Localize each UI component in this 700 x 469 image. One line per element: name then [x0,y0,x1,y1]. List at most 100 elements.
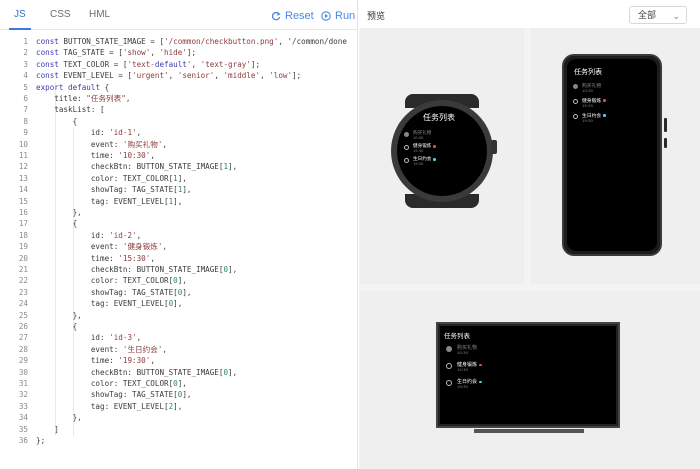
line-number: 10 [18,139,28,149]
code-line: 19 event: '健身锻炼', [0,241,358,252]
line-number: 19 [18,242,28,252]
line-number: 8 [23,116,28,126]
phone-preview-panel: 任务列表 购买礼物 10:30 健身锻炼 15:30 生日约会 19:30 [530,28,700,284]
code-text: showTag: TAG_STATE[0], [36,390,192,400]
code-text: event: '购买礼物', [36,139,167,149]
code-text: ] [36,424,59,434]
reset-button[interactable]: Reset [271,8,314,24]
radio-icon[interactable] [446,363,452,369]
line-number: 33 [18,401,28,411]
code-area[interactable]: 1 const BUTTON_STATE_IMAGE = ['/common/ch… [0,36,358,456]
phone-side-button [664,118,667,132]
radio-icon[interactable] [404,145,409,150]
code-line: 5 export default { [0,82,358,93]
radio-icon[interactable] [573,114,578,119]
line-number: 3 [23,59,28,69]
device-select[interactable]: 全部 ⌄ [629,6,687,24]
task-list-title: 任务列表 [444,332,470,340]
phone-device: 任务列表 购买礼物 10:30 健身锻炼 15:30 生日约会 19:30 [562,54,662,256]
task-list-title: 任务列表 [574,68,602,76]
line-number: 16 [18,208,28,217]
code-text: { [36,116,78,126]
code-line: 36}; [0,435,358,446]
code-text: tag: EVENT_LEVEL[2], [36,401,183,411]
line-number: 32 [18,390,28,400]
checked-radio-icon[interactable] [404,132,409,137]
line-number: 27 [18,333,28,343]
radio-icon[interactable] [573,99,578,104]
line-number: 9 [23,128,28,138]
code-line: 1 const BUTTON_STATE_IMAGE = ['/common/ch… [0,36,358,47]
code-text: event: '健身锻炼', [36,242,167,252]
code-line: 21 checkBtn: BUTTON_STATE_IMAGE[0], [0,264,358,275]
line-number: 13 [18,173,28,183]
code-text: }; [36,436,46,445]
code-text: const TEXT_COLOR = ['text-default', 'tex… [36,59,261,69]
line-number: 30 [18,367,28,377]
code-line: 12 checkBtn: BUTTON_STATE_IMAGE[1], [0,161,358,172]
level-tag-dot [603,114,606,117]
code-text: taskList: [ [36,105,105,115]
code-line: 9 id: 'id-1', [0,127,358,138]
tv-device: 任务列表 购买礼物 10:30 健身锻炼 15:30 生日约会 19:30 [436,322,620,428]
radio-icon[interactable] [446,380,452,386]
preview-title: 预览 [367,11,386,21]
code-line: 34 }, [0,412,358,423]
checked-radio-icon[interactable] [573,84,578,89]
task-time: 15:30 [413,148,424,153]
line-number: 2 [23,48,28,58]
line-number: 18 [18,230,28,240]
code-text: }, [36,208,82,217]
code-text: const TAG_STATE = ['show', 'hide']; [36,48,197,58]
line-number: 4 [23,71,28,81]
code-text: time: '19:30', [36,356,155,366]
code-text: checkBtn: BUTTON_STATE_IMAGE[0], [36,265,238,274]
level-tag-dot [433,158,436,161]
reset-label: Reset [285,10,314,22]
radio-icon[interactable] [404,158,409,163]
line-number: 26 [18,322,28,331]
line-number: 17 [18,219,28,229]
code-text: id: 'id-1', [36,128,142,138]
line-number: 34 [18,413,28,423]
code-line: 29 time: '19:30', [0,355,358,366]
tab-js[interactable]: JS [9,0,31,30]
level-tag-dot [479,363,482,367]
code-line: 16 }, [0,207,358,218]
task-time: 10:30 [413,135,424,140]
code-line: 8 { [0,116,358,127]
code-line: 7 taskList: [ [0,104,358,115]
tab-css[interactable]: CSS [50,0,71,30]
code-text: showTag: TAG_STATE[0], [36,287,192,297]
code-text: checkBtn: BUTTON_STATE_IMAGE[1], [36,162,238,172]
preview-pane: 预览 全部 ⌄ 任务列表 购买礼物 10:30 健身锻炼 15:30 生日约会 19:30 … [359,0,700,469]
code-line: 15 tag: EVENT_LEVEL[1], [0,196,358,207]
tab-hml[interactable]: HML [89,0,110,30]
checked-radio-icon[interactable] [446,346,452,352]
code-line: 30 checkBtn: BUTTON_STATE_IMAGE[0], [0,367,358,378]
line-number: 25 [18,310,28,320]
code-text: color: TEXT_COLOR[1], [36,173,187,183]
line-number: 29 [18,356,28,366]
phone-side-button [664,138,667,148]
code-line: 25 }, [0,310,358,321]
line-number: 11 [18,151,28,160]
code-line: 23 showTag: TAG_STATE[0], [0,287,358,298]
code-editor-pane: JS CSS HML Reset Run 1 const BUTTON_STATE… [0,0,358,469]
line-number: 14 [18,185,28,195]
code-text: }, [36,310,82,320]
level-tag-dot [603,99,606,102]
line-number: 7 [23,105,28,115]
watch-crown [491,140,497,154]
device-select-value: 全部 [638,10,657,20]
level-tag-dot [433,145,436,148]
task-time: 19:30 [413,161,424,166]
task-time: 10:30 [457,350,468,355]
run-button[interactable]: Run [321,8,355,24]
preview-header: 预览 全部 ⌄ [359,0,700,28]
code-line: 10 event: '购买礼物', [0,139,358,150]
code-line: 35 ] [0,424,358,435]
line-number: 6 [23,94,28,103]
chevron-down-icon: ⌄ [672,11,680,21]
code-text: title: "任务列表", [36,94,131,103]
